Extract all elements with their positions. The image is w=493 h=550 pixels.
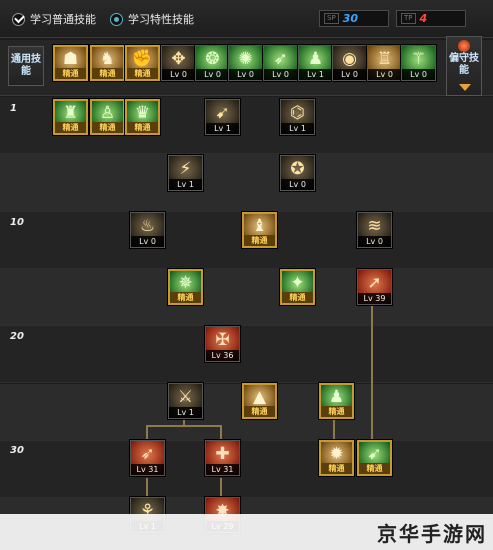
tree-skill-icon[interactable]: ♝ 精通 [242,212,277,248]
tree-skill-icon[interactable]: ✹ 精通 [319,440,354,476]
skill-level-label: Lv 0 [264,69,297,80]
mastered-badge: 精通 [244,235,275,246]
common-skill-icon[interactable]: ⚚ Lv 0 [401,45,436,81]
tree-skill-icon[interactable]: ➹ 精通 [357,440,392,476]
common-skill-icon[interactable]: ♟ Lv 1 [298,45,333,81]
tp-value: 4 [419,12,428,25]
common-skills-button[interactable]: 通用技能 [8,46,44,86]
mastered-badge: 精通 [321,463,352,474]
common-skill-icon[interactable]: ☗ 精通 [53,45,88,81]
tree-skill-icon[interactable]: ♙ 精通 [90,99,125,135]
tree-skill-icon[interactable]: ➹ Lv 1 [205,99,240,135]
skill-level-label: Lv 39 [358,293,391,304]
mastered-badge: 精通 [282,292,313,303]
tree-skill-icon[interactable]: ⌬ Lv 1 [280,99,315,135]
defense-skills-label: 偏守技能 [449,53,479,76]
learn-trait-skills-label: 学习特性技能 [128,13,194,26]
tree-skill-icon[interactable]: ♛ 精通 [125,99,160,135]
tree-skill-icon[interactable]: ▲ 精通 [242,383,277,419]
skill-level-label: Lv 0 [229,69,262,80]
skill-level-label: Lv 1 [206,123,239,134]
tree-skill-icon[interactable]: ♟ 精通 [319,383,354,419]
skill-level-label: Lv 1 [169,179,202,190]
skill-level-label: Lv 1 [169,407,202,418]
skill-level-label: Lv 0 [358,236,391,247]
mastered-badge: 精通 [55,68,86,79]
mastered-badge: 精通 [55,122,86,133]
common-skill-icon[interactable]: ✊ 精通 [125,45,160,81]
watermark: 京华手游网 [0,514,493,550]
tree-skill-icon[interactable]: ✦ 精通 [280,269,315,305]
skill-level-label: Lv 31 [206,464,239,475]
sp-value: 30 [342,12,358,25]
skill-level-label: Lv 1 [299,69,332,80]
tree-skill-icon[interactable]: ⚡ Lv 1 [168,155,203,191]
learn-common-skills-label: 学习普通技能 [30,13,96,26]
skill-level-label: Lv 36 [206,350,239,361]
defense-skills-button[interactable]: 偏守技能 [446,36,482,96]
skill-level-label: Lv 0 [196,69,229,80]
skill-level-label: Lv 0 [162,69,195,80]
connector-line [146,478,148,496]
sp-tag: SP [324,13,339,24]
tp-tag: TP [401,13,416,24]
level-label: 1 [10,103,17,114]
orb-icon [458,40,470,52]
skill-level-label: Lv 0 [131,236,164,247]
connector-line [146,425,148,439]
skill-tree: 1 10 20 30 ♜ 精通 ♙ 精通 ♛ 精通 ➹ Lv 1 ⌬ Lv 1 ⚡ Lv 1 ✪ Lv 0… [0,97,493,550]
common-skill-icon[interactable]: ♞ 精通 [90,45,125,81]
skill-level-label: Lv 0 [333,69,366,80]
tree-skill-icon[interactable]: ➶ Lv 31 [130,440,165,476]
level-label: 30 [10,445,24,456]
tree-skill-icon[interactable]: ♨ Lv 0 [130,212,165,248]
skill-level-label: Lv 0 [402,69,435,80]
tree-skill-icon[interactable]: ➚ Lv 39 [357,269,392,305]
common-skill-icon[interactable]: ❂ Lv 0 [195,45,230,81]
mastered-badge: 精通 [321,406,352,417]
skill-level-label: Lv 0 [368,69,401,80]
watermark-text: 京华手游网 [377,521,487,546]
mastered-badge: 精通 [127,68,158,79]
sp-counter: SP 30 [319,10,389,27]
tp-counter: TP 4 [396,10,466,27]
tree-skill-icon[interactable]: ✠ Lv 36 [205,326,240,362]
common-skills-bar: 通用技能 ☗ 精通 ♞ 精通 ✊ 精通 ✥ Lv 0 ❂ Lv 0 ✺ Lv 0 ➶ Lv 0 ♟ Lv 1 ◉… [0,36,493,96]
tree-skill-icon[interactable]: ✚ Lv 31 [205,440,240,476]
common-skill-icon[interactable]: ✥ Lv 0 [161,45,196,81]
learn-trait-skills-toggle[interactable]: 学习特性技能 [110,10,194,28]
radio-icon [110,12,123,26]
connector-line [220,478,222,496]
skill-level-label: Lv 1 [281,123,314,134]
tree-skill-icon[interactable]: ≋ Lv 0 [357,212,392,248]
mastered-badge: 精通 [92,68,123,79]
level-label: 10 [10,217,24,228]
common-skill-icon[interactable]: ✺ Lv 0 [228,45,263,81]
common-skill-icon[interactable]: ◉ Lv 0 [332,45,367,81]
connector-line [220,425,222,439]
tree-skill-icon[interactable]: ⚔ Lv 1 [168,383,203,419]
mastered-badge: 精通 [170,292,201,303]
learn-common-skills-toggle[interactable]: 学习普通技能 [12,10,96,28]
mastered-badge: 精通 [244,406,275,417]
chevron-down-icon [459,84,471,91]
connector-line [371,306,373,441]
tree-skill-icon[interactable]: ♜ 精通 [53,99,88,135]
checkbox-icon [12,12,25,26]
skill-level-label: Lv 0 [281,179,314,190]
mastered-badge: 精通 [359,463,390,474]
level-label: 20 [10,331,24,342]
connector-line [146,425,222,427]
common-skill-icon[interactable]: ➶ Lv 0 [263,45,298,81]
tree-skill-icon[interactable]: ✪ Lv 0 [280,155,315,191]
mastered-badge: 精通 [127,122,158,133]
tree-skill-icon[interactable]: ✵ 精通 [168,269,203,305]
mastered-badge: 精通 [92,122,123,133]
skill-level-label: Lv 31 [131,464,164,475]
common-skill-icon[interactable]: ♖ Lv 0 [367,45,402,81]
skill-header: 学习普通技能 学习特性技能 SP 30 TP 4 [0,0,493,38]
